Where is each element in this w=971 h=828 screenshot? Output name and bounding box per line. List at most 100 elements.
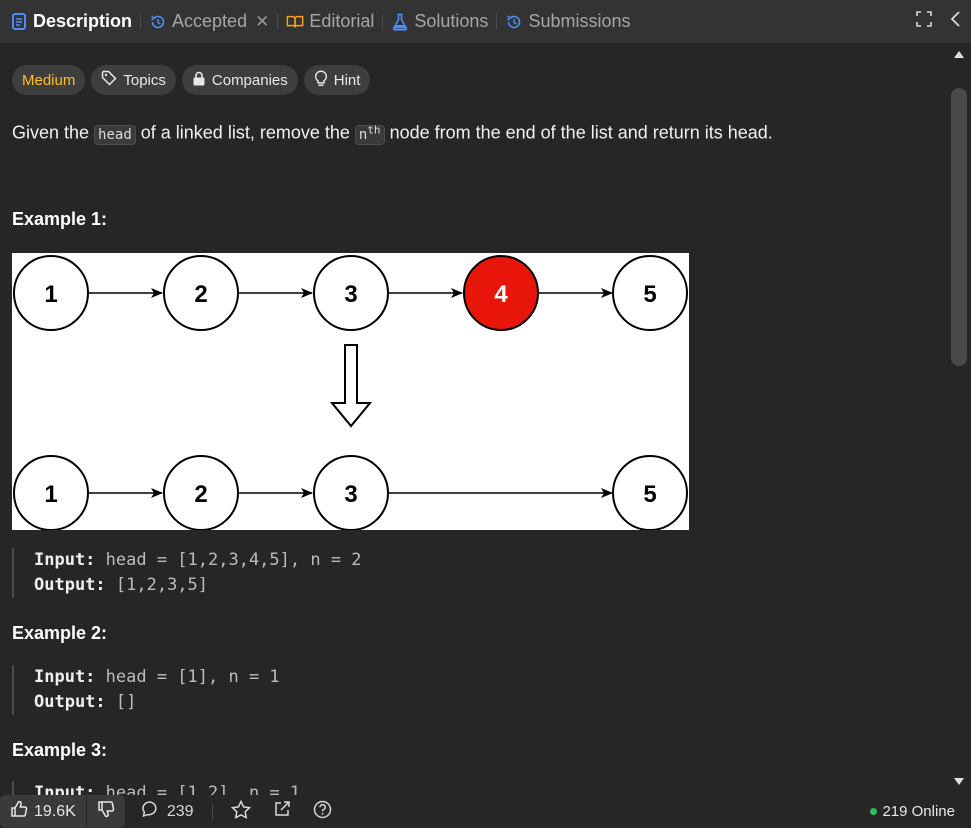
node-label: 3 [344, 281, 357, 308]
tab-editorial-label: Editorial [309, 11, 375, 31]
list-node: 5 [612, 455, 688, 531]
example-2-code: Input: head = [1], n = 1 Output: [] [12, 665, 280, 715]
online-dot-icon [870, 808, 878, 815]
hint-label: Hint [333, 71, 361, 89]
dislike-button[interactable] [85, 795, 125, 828]
scroll-up-icon[interactable] [954, 51, 964, 58]
example-3-title: Example 3: [12, 740, 108, 760]
list-node: 1 [13, 255, 89, 331]
node-label: 3 [344, 481, 357, 508]
example-1-code: Input: head = [1,2,3,4,5], n = 2 Output:… [12, 548, 362, 598]
list-node: 2 [163, 455, 239, 531]
tab-separator [277, 13, 279, 30]
down-arrow-icon [329, 344, 373, 428]
collapse-icon[interactable] [949, 10, 961, 33]
close-icon[interactable]: ✕ [255, 12, 269, 32]
tab-bar: Description Accepted ✕ Editorial Solutio… [0, 0, 971, 43]
output-value: [1,2,3,5] [105, 575, 209, 595]
output-value: [] [105, 692, 137, 712]
input-label: Input: [34, 550, 96, 570]
favorite-button[interactable] [230, 799, 251, 824]
example-2-title: Example 2: [12, 623, 108, 643]
share-button[interactable] [273, 800, 291, 823]
problem-statement: Given the head of a linked list, remove … [12, 117, 773, 148]
tab-accepted[interactable]: Accepted ✕ [143, 0, 275, 43]
tag-icon [101, 70, 117, 90]
statement-text: of a linked list, remove the [135, 122, 355, 143]
problem-content: Medium Topics Companies Hint Given the h… [0, 43, 947, 795]
tab-separator [140, 13, 142, 30]
input-value: head = [1,2,3,4,5], n = 2 [95, 550, 362, 570]
node-label: 1 [44, 481, 57, 508]
hint-button[interactable]: Hint [303, 65, 371, 95]
book-icon [286, 13, 304, 31]
example-3-code: Input: head = [1,2], n = 1 [12, 781, 300, 795]
difficulty-badge: Medium [12, 65, 86, 95]
topics-label: Topics [123, 71, 166, 89]
companies-label: Companies [211, 71, 288, 89]
input-value: head = [1,2], n = 1 [95, 783, 301, 795]
input-label: Input: [34, 667, 96, 687]
list-node: 5 [612, 255, 688, 331]
lock-icon [192, 71, 206, 90]
description-icon [10, 13, 28, 31]
tab-bar-actions [915, 0, 961, 43]
node-label: 2 [194, 281, 207, 308]
inline-code: head [94, 124, 136, 145]
inline-code: nth [354, 123, 385, 145]
comment-count: 239 [166, 802, 194, 820]
input-value: head = [1], n = 1 [95, 667, 280, 687]
like-button[interactable]: 19.6K [0, 795, 86, 828]
output-label: Output: [34, 575, 106, 595]
tab-submissions-label: Submissions [528, 11, 631, 31]
star-icon [230, 799, 251, 824]
scroll-down-icon[interactable] [954, 778, 964, 785]
list-node-removed: 4 [463, 255, 539, 331]
node-label: 5 [643, 481, 656, 508]
list-node: 3 [313, 255, 389, 331]
node-label: 2 [194, 481, 207, 508]
list-node: 2 [163, 255, 239, 331]
flask-icon [391, 13, 409, 31]
statement-text: Given the [12, 122, 95, 143]
tab-editorial[interactable]: Editorial [280, 0, 380, 43]
comment-icon [141, 800, 159, 823]
statement-text: node from the end of the list and return… [384, 122, 773, 143]
companies-button[interactable]: Companies [181, 65, 298, 95]
comments-button[interactable]: 239 [141, 800, 194, 823]
history-icon [505, 13, 523, 31]
node-label: 1 [44, 281, 57, 308]
topics-button[interactable]: Topics [91, 65, 176, 95]
tab-submissions[interactable]: Submissions [499, 0, 636, 43]
example-1-title: Example 1: [12, 209, 108, 229]
thumbs-up-icon [10, 800, 28, 823]
vertical-scrollbar[interactable] [947, 43, 971, 795]
superscript: th [367, 123, 381, 136]
list-node: 3 [313, 455, 389, 531]
difficulty-label: Medium [22, 71, 76, 89]
question-icon [313, 800, 332, 824]
tab-description-label: Description [33, 11, 133, 31]
tab-solutions[interactable]: Solutions [385, 0, 494, 43]
help-button[interactable] [313, 800, 332, 824]
example-1-figure: 1 2 3 4 5 1 2 3 5 [12, 253, 689, 531]
online-status: 219 Online [870, 795, 955, 828]
node-label: 5 [643, 281, 656, 308]
online-count: 219 Online [882, 803, 955, 820]
tab-accepted-label: Accepted [172, 11, 248, 31]
bottom-bar: 19.6K 239 219 Online [0, 795, 971, 828]
list-node: 1 [13, 455, 89, 531]
history-icon [149, 13, 167, 31]
external-link-icon [273, 800, 291, 823]
tab-separator [496, 13, 498, 30]
input-label: Input: [34, 783, 96, 795]
lightbulb-icon [314, 69, 328, 91]
scrollbar-thumb[interactable] [951, 88, 967, 366]
footer-separator [211, 802, 213, 821]
output-label: Output: [34, 692, 106, 712]
tag-row: Medium Topics Companies Hint [12, 65, 371, 95]
fullscreen-icon[interactable] [915, 10, 933, 33]
tab-description[interactable]: Description [0, 0, 138, 43]
like-count: 19.6K [34, 802, 76, 820]
tab-separator [382, 13, 384, 30]
